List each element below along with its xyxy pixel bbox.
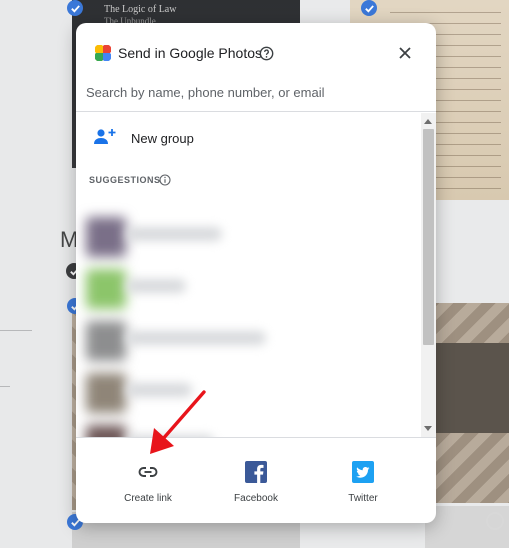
scroll-down-arrow-icon[interactable] <box>424 426 432 431</box>
info-icon[interactable] <box>159 174 171 186</box>
avatar <box>86 321 126 361</box>
contact-name-blurred <box>126 279 186 293</box>
recipient-list: New group SUGGESTIONS <box>76 113 421 437</box>
link-icon <box>136 460 160 484</box>
contact-name-blurred <box>126 227 222 241</box>
facebook-share-button[interactable]: Facebook <box>206 460 306 512</box>
new-group-label: New group <box>131 131 194 146</box>
list-scrollbar[interactable] <box>421 113 436 437</box>
search-input[interactable] <box>86 82 416 102</box>
avatar <box>86 269 126 309</box>
twitter-share-button[interactable]: Twitter <box>313 460 413 512</box>
selected-check-icon[interactable] <box>361 0 377 16</box>
contact-row[interactable] <box>86 213 416 259</box>
divider <box>0 386 10 387</box>
share-options-bar: Create link Facebook Twitter <box>76 437 436 523</box>
scroll-up-arrow-icon[interactable] <box>424 119 432 124</box>
facebook-icon <box>244 460 268 484</box>
avatar <box>86 373 126 413</box>
contact-row[interactable] <box>86 421 416 437</box>
book-title-text: The Logic of Law <box>104 4 177 15</box>
add-group-icon <box>94 129 116 144</box>
contact-name-blurred <box>126 331 266 345</box>
avatar <box>86 217 126 257</box>
unselected-check-icon[interactable] <box>486 512 504 530</box>
suggestions-heading: SUGGESTIONS <box>89 175 161 185</box>
facebook-label: Facebook <box>234 493 278 504</box>
background-sidebar <box>0 0 72 548</box>
selected-check-icon[interactable] <box>67 0 83 16</box>
contact-name-blurred <box>126 383 192 397</box>
create-link-label: Create link <box>124 493 172 504</box>
create-link-button[interactable]: Create link <box>98 460 198 512</box>
dialog-title: Send in Google Photos <box>118 45 262 61</box>
photo-dark-area <box>425 343 509 433</box>
close-button[interactable] <box>396 44 414 62</box>
dialog-header: Send in Google Photos <box>76 23 436 81</box>
close-icon <box>399 47 411 59</box>
twitter-label: Twitter <box>348 493 378 504</box>
twitter-icon <box>351 460 375 484</box>
help-icon[interactable] <box>259 46 274 61</box>
new-group-button[interactable]: New group <box>76 113 421 161</box>
contact-row[interactable] <box>86 317 416 363</box>
contact-row[interactable] <box>86 369 416 415</box>
contact-row[interactable] <box>86 265 416 311</box>
avatar <box>86 425 126 437</box>
scroll-thumb[interactable] <box>423 129 434 345</box>
google-photos-logo-icon <box>95 45 111 61</box>
photo-thumbnail-cogs[interactable] <box>425 303 509 503</box>
divider <box>0 330 32 331</box>
search-field-container <box>76 81 436 112</box>
send-dialog: Send in Google Photos New group SUGGESTI… <box>76 23 436 523</box>
